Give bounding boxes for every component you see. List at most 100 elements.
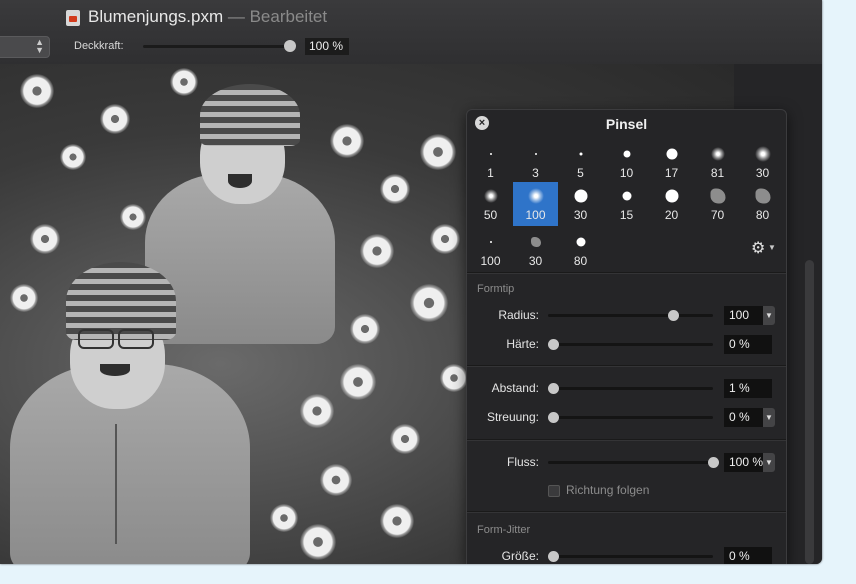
brush-preset[interactable]: 30 [513,228,558,272]
brush-size-label: 15 [619,208,634,222]
daisy [10,284,38,312]
daisy [380,174,410,204]
abstand-slider-track[interactable] [548,387,713,390]
brush-size-label: 100 [480,254,501,268]
panel-title: Pinsel [605,116,648,132]
brush-preset[interactable]: 30 [558,182,603,226]
opacity-slider-track[interactable] [143,45,291,48]
brush-size-label: 70 [710,208,725,222]
edit-status: Bearbeitet [249,7,328,26]
brush-tip-icon [622,191,631,201]
streuung-dropdown-chevron-icon[interactable]: ▼ [763,408,775,427]
panel-scrollbar[interactable] [805,260,814,564]
mouth [100,364,130,376]
opacity-slider-thumb[interactable] [284,40,296,52]
abstand-label: Abstand: [491,381,539,395]
radius-label: Radius: [498,308,539,322]
streuung-label: Streuung: [486,410,539,424]
streuung-slider-track[interactable] [548,416,713,419]
radius-slider-thumb[interactable] [668,310,679,321]
daisy [20,74,54,108]
streuung-slider-thumb[interactable] [548,412,559,423]
radius-dropdown-chevron-icon[interactable]: ▼ [763,306,775,325]
brush-tip-icon [530,237,541,247]
chevron-down-icon[interactable]: ▼ [768,243,776,252]
brush-tip-icon [623,150,630,158]
daisy [390,424,420,454]
groesse-value-field[interactable]: 0 % [724,547,772,564]
brush-tip-icon [574,189,587,203]
opacity-value-field[interactable]: 100 % [305,38,349,55]
gear-icon[interactable]: ⚙ [751,238,765,258]
brush-size-label: 100 [525,208,546,222]
direction-follow-label: Richtung folgen [566,483,650,497]
brush-preset[interactable]: 50 [468,182,513,226]
brush-tip-icon [527,188,544,204]
brush-preset[interactable]: 17 [649,140,694,184]
zipper [115,424,117,544]
brush-size-label: 17 [664,166,679,180]
brush-panel: × Pinsel 1 3 5 10 17 81 30 50 100 30 15 20 70 80 100 30… [466,109,787,564]
divider [467,511,786,513]
divider [467,272,786,274]
brush-tip-icon [754,146,771,162]
direction-follow-checkbox[interactable] [548,485,560,497]
abstand-slider-thumb[interactable] [548,383,559,394]
daisy [170,68,198,96]
groesse-label: Größe: [501,549,539,563]
haerte-label: Härte: [506,337,539,351]
brush-tip-icon [489,241,492,243]
daisy [320,464,352,496]
radius-slider-track[interactable] [548,314,713,317]
brush-tip-icon [710,188,725,204]
brush-preset[interactable]: 100 [468,228,513,272]
daisy [340,364,376,400]
stepper-arrows-icon: ▲ ▼ [35,37,44,55]
brush-preset[interactable]: 10 [604,140,649,184]
brush-size-label: 5 [577,166,584,180]
daisy [100,104,130,134]
brush-preset[interactable]: 70 [695,182,740,226]
brush-preset[interactable]: 1 [468,140,513,184]
brush-preset[interactable]: 20 [649,182,694,226]
divider [467,439,786,441]
mouth [228,174,252,188]
haerte-value-field[interactable]: 0 % [724,335,772,354]
glasses [78,329,114,349]
divider [467,365,786,367]
section-formtip: Formtip [477,283,515,295]
abstand-value-field[interactable]: 1 % [724,379,772,398]
tool-preset-select[interactable]: ▲ ▼ [0,36,50,58]
brush-size-label: 30 [573,208,588,222]
fluss-slider-thumb[interactable] [708,457,719,468]
groesse-slider-thumb[interactable] [548,551,559,562]
fluss-dropdown-chevron-icon[interactable]: ▼ [763,453,775,472]
daisy [350,314,380,344]
daisy [270,504,298,532]
daisy [30,224,60,254]
brush-preset[interactable]: 3 [513,140,558,184]
brush-preset[interactable]: 5 [558,140,603,184]
brush-preset[interactable]: 80 [558,228,603,272]
daisy [380,504,414,538]
brush-preset[interactable]: 30 [740,140,785,184]
brush-size-label: 81 [710,166,725,180]
daisy [300,524,336,560]
brush-tip-icon [665,189,678,203]
glasses [118,329,154,349]
brush-tip-icon [579,152,582,156]
brush-size-label: 3 [532,166,539,180]
brush-size-label: 80 [755,208,770,222]
brush-preset[interactable]: 100 [513,182,558,226]
brush-size-label: 80 [573,254,588,268]
groesse-slider-track[interactable] [548,555,713,558]
haerte-slider-track[interactable] [548,343,713,346]
daisy [300,394,334,428]
app-window: Blumenjungs.pxm — Bearbeitet ▲ ▼ Deckkraf… [0,0,822,564]
brush-preset[interactable]: 80 [740,182,785,226]
haerte-slider-thumb[interactable] [548,339,559,350]
brush-size-label: 20 [664,208,679,222]
brush-preset[interactable]: 81 [695,140,740,184]
brush-preset[interactable]: 15 [604,182,649,226]
fluss-slider-track[interactable] [548,461,713,464]
